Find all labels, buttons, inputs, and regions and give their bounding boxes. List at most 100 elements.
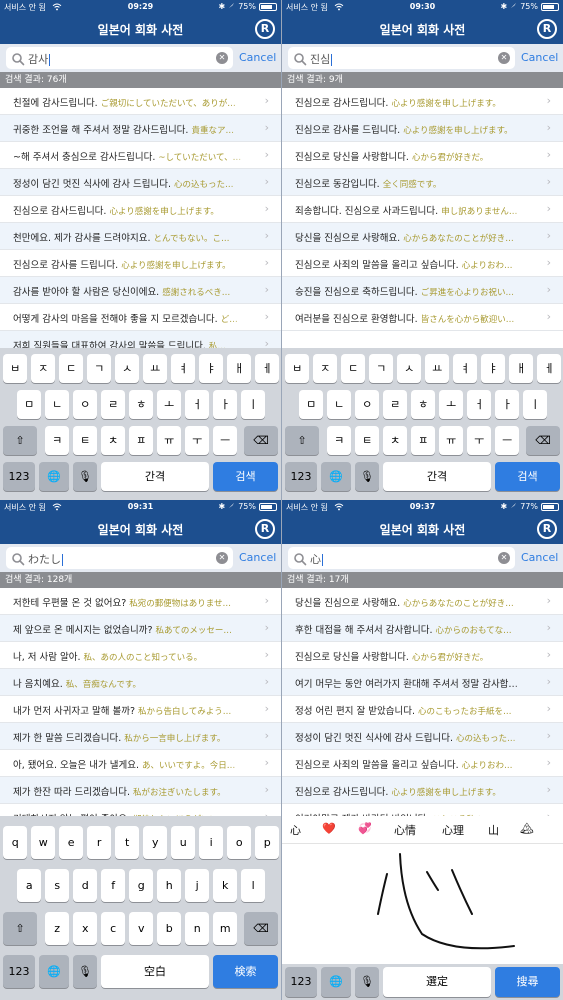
key-ㅁ[interactable]: ㅁ [17, 390, 42, 419]
key-ㅎ[interactable]: ㅎ [129, 390, 154, 419]
search-key[interactable]: 검색 [495, 462, 560, 491]
key-ㅐ[interactable]: ㅐ [509, 354, 534, 383]
mic-key[interactable]: 🎙 [73, 462, 97, 491]
key-ㅌ[interactable]: ㅌ [355, 426, 380, 455]
key-ㅋ[interactable]: ㅋ [45, 426, 70, 455]
globe-key[interactable]: 🌐 [39, 462, 69, 491]
shift-key[interactable]: ⇧ [3, 426, 37, 455]
key-k[interactable]: k [213, 869, 238, 902]
search-key[interactable]: 검색 [213, 462, 278, 491]
cancel-button[interactable]: Cancel [239, 551, 276, 564]
list-item[interactable]: 여러분을 진심으로 환영합니다. 皆さんを心から歓迎い… › [282, 304, 563, 331]
results-list[interactable]: 당신을 진심으로 사랑해요. 心からあなたのことが好き… › 후한 대접을 해 주셔서… [282, 588, 563, 848]
key-ㅜ[interactable]: ㅜ [185, 426, 210, 455]
list-item[interactable]: 저희 직원들을 대표하여 감사의 말씀을 드립니다. 私… › [0, 331, 281, 348]
key-r[interactable]: r [87, 826, 112, 859]
list-item[interactable]: 친절에 감사드립니다. ご親切にしていただいて、ありが… › [0, 88, 281, 115]
numbers-key[interactable]: 123 [285, 462, 317, 491]
key-q[interactable]: q [3, 826, 28, 859]
cancel-button[interactable]: Cancel [239, 51, 276, 64]
key-ㄹ[interactable]: ㄹ [101, 390, 126, 419]
list-item[interactable]: 여기 머무는 동안 여러가지 환대해 주셔서 정말 감사합… › [282, 669, 563, 696]
candidate-item[interactable]: 心 [290, 822, 301, 838]
registered-r-icon[interactable]: R [537, 19, 557, 39]
numbers-key[interactable]: 123 [285, 967, 317, 997]
key-ㅏ[interactable]: ㅏ [213, 390, 238, 419]
key-ㄷ[interactable]: ㄷ [59, 354, 84, 383]
search-input[interactable]: 진심 ✕ [288, 47, 515, 69]
key-ㅓ[interactable]: ㅓ [467, 390, 492, 419]
cancel-button[interactable]: Cancel [521, 551, 558, 564]
list-item[interactable]: 나 음치예요. 私、音痴なんです。 › [0, 669, 281, 696]
key-ㅍ[interactable]: ㅍ [129, 426, 154, 455]
key-u[interactable]: u [171, 826, 196, 859]
key-m[interactable]: m [213, 912, 238, 945]
list-item[interactable]: 진심으로 감사드립니다. 心より感謝を申し上げます。 › [282, 88, 563, 115]
key-ㅠ[interactable]: ㅠ [157, 426, 182, 455]
list-item[interactable]: 정성이 담긴 멋진 식사에 감사 드립니다. 心の込もった… › [0, 169, 281, 196]
list-item[interactable]: 내가 먼저 사귀자고 말해 볼까? 私から告白してみよう… › [0, 696, 281, 723]
list-item[interactable]: 아, 됐어요. 오늘은 내가 낼게요. あ、いいですよ。今日… › [0, 750, 281, 777]
list-item[interactable]: 진심으로 감사를 드립니다. 心より感謝を申し上げます。 › [0, 250, 281, 277]
search-input[interactable]: わたし ✕ [6, 547, 233, 569]
key-h[interactable]: h [157, 869, 182, 902]
key-ㅈ[interactable]: ㅈ [313, 354, 338, 383]
key-ㅣ[interactable]: ㅣ [241, 390, 266, 419]
candidate-item[interactable]: 山 [488, 822, 499, 838]
mic-key[interactable]: 🎙 [355, 967, 379, 997]
key-ㅑ[interactable]: ㅑ [481, 354, 506, 383]
key-ㅣ[interactable]: ㅣ [523, 390, 548, 419]
key-ㅅ[interactable]: ㅅ [397, 354, 422, 383]
list-item[interactable]: 진심으로 당신을 사랑합니다. 心から君が好きだ。 › [282, 642, 563, 669]
candidate-item[interactable]: 💞 [358, 822, 372, 835]
list-item[interactable]: 귀중한 조언을 해 주셔서 정말 감사드립니다. 貴重なア… › [0, 115, 281, 142]
key-j[interactable]: j [185, 869, 210, 902]
key-b[interactable]: b [157, 912, 182, 945]
list-item[interactable]: 진심으로 사죄의 말씀을 올리고 싶습니다. 心よりおわ… › [282, 750, 563, 777]
key-x[interactable]: x [73, 912, 98, 945]
list-item[interactable]: 진심으로 동감입니다. 全く同感です。 › [282, 169, 563, 196]
space-key[interactable]: 간격 [101, 462, 209, 491]
candidate-item[interactable]: 🏔 [520, 822, 534, 835]
list-item[interactable]: 진심으로 감사드립니다. 心より感謝を申し上げます。 › [0, 196, 281, 223]
key-v[interactable]: v [129, 912, 154, 945]
cancel-button[interactable]: Cancel [521, 51, 558, 64]
key-o[interactable]: o [227, 826, 252, 859]
clear-icon[interactable]: ✕ [498, 52, 510, 64]
key-ㅎ[interactable]: ㅎ [411, 390, 436, 419]
key-ㅂ[interactable]: ㅂ [285, 354, 310, 383]
list-item[interactable]: 진심으로 감사를 드립니다. 心より感謝を申し上げます。 › [282, 115, 563, 142]
list-item[interactable]: 정성 어린 편지 잘 받았습니다. 心のこもったお手紙を… › [282, 696, 563, 723]
key-ㅍ[interactable]: ㅍ [411, 426, 436, 455]
globe-key[interactable]: 🌐 [321, 967, 351, 997]
search-input[interactable]: 心 ✕ [288, 547, 515, 569]
results-list[interactable]: 친절에 감사드립니다. ご親切にしていただいて、ありが… › 귀중한 조언을 해 주셔… [0, 88, 281, 348]
key-d[interactable]: d [73, 869, 98, 902]
key-ㅌ[interactable]: ㅌ [73, 426, 98, 455]
key-t[interactable]: t [115, 826, 140, 859]
results-list[interactable]: 진심으로 감사드립니다. 心より感謝を申し上げます。 › 진심으로 감사를 드립니다.… [282, 88, 563, 348]
list-item[interactable]: 진심으로 사죄의 말씀을 올리고 싶습니다. 心よりおわ… › [282, 250, 563, 277]
registered-r-icon[interactable]: R [255, 519, 275, 539]
backspace-key[interactable]: ⌫ [244, 912, 278, 945]
key-ㅕ[interactable]: ㅕ [453, 354, 478, 383]
key-ㅊ[interactable]: ㅊ [383, 426, 408, 455]
key-p[interactable]: p [255, 826, 280, 859]
shift-key[interactable]: ⇧ [3, 912, 37, 945]
key-ㅜ[interactable]: ㅜ [467, 426, 492, 455]
key-ㅓ[interactable]: ㅓ [185, 390, 210, 419]
key-ㄴ[interactable]: ㄴ [327, 390, 352, 419]
key-z[interactable]: z [45, 912, 70, 945]
key-ㄷ[interactable]: ㄷ [341, 354, 366, 383]
clear-icon[interactable]: ✕ [216, 52, 228, 64]
list-item[interactable]: 나, 저 사람 알아. 私、あの人のこと知っている。 › [0, 642, 281, 669]
key-ㅡ[interactable]: ㅡ [213, 426, 238, 455]
key-ㅂ[interactable]: ㅂ [3, 354, 28, 383]
key-w[interactable]: w [31, 826, 56, 859]
list-item[interactable]: 제가 한 말씀 드리겠습니다. 私から一言申し上げます。 › [0, 723, 281, 750]
candidate-item[interactable]: 心情 [394, 822, 416, 838]
search-key[interactable]: 検索 [213, 955, 278, 988]
key-n[interactable]: n [185, 912, 210, 945]
key-c[interactable]: c [101, 912, 126, 945]
space-key[interactable]: 간격 [383, 462, 491, 491]
